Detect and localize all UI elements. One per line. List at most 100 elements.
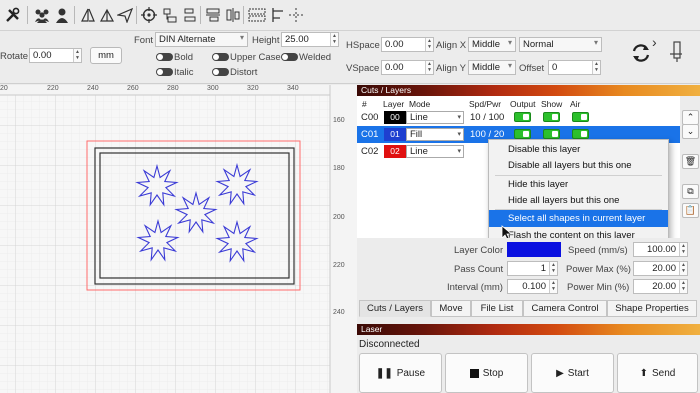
layer-row[interactable]: C00 00 Line ▾ 10 / 100 bbox=[357, 109, 680, 126]
ruler-tick: 200 bbox=[333, 214, 345, 221]
speed-field[interactable]: 100.00 ▲ ▼ bbox=[633, 242, 688, 257]
upper-case-toggle[interactable] bbox=[212, 53, 229, 61]
ruler-tick: 220 bbox=[47, 85, 59, 92]
ruler-tick: 180 bbox=[333, 165, 345, 172]
ruler-tick: 160 bbox=[333, 117, 345, 124]
arrange-icon[interactable] bbox=[268, 5, 288, 25]
align-y-label: Align Y bbox=[436, 63, 466, 74]
ruler-tick: 240 bbox=[87, 85, 99, 92]
interval-field[interactable]: 0.100 ▲ ▼ bbox=[507, 279, 558, 294]
users-icon[interactable] bbox=[32, 5, 52, 25]
move-down-button[interactable]: ⌄ bbox=[682, 124, 699, 139]
col-spd: Spd/Pwr bbox=[469, 99, 502, 109]
tab-shape-properties[interactable]: Shape Properties bbox=[607, 300, 697, 317]
interval-label: Interval (mm) bbox=[447, 282, 503, 293]
air-toggle[interactable] bbox=[572, 129, 589, 139]
rotate-field[interactable]: 0.00 ▲ ▼ bbox=[29, 48, 82, 63]
air-toggle[interactable] bbox=[572, 112, 589, 122]
target-icon[interactable] bbox=[139, 5, 159, 25]
play-icon: ▶ bbox=[556, 367, 564, 379]
italic-toggle[interactable] bbox=[156, 68, 173, 76]
mirror-icon[interactable] bbox=[97, 5, 117, 25]
unit-button[interactable]: mm bbox=[90, 47, 122, 64]
font-label: Font bbox=[134, 35, 154, 46]
tab-camera-control[interactable]: Camera Control bbox=[523, 300, 607, 317]
tools-icon[interactable] bbox=[3, 5, 23, 25]
move-up-button[interactable]: ⌃ bbox=[682, 110, 699, 125]
tab-file-list[interactable]: File List bbox=[471, 300, 523, 317]
align-x-select[interactable]: Middle ▾ bbox=[468, 37, 516, 52]
layer-settings: Layer Color Pass Count 1 ▲ ▼ Interval (mm)… bbox=[357, 238, 700, 300]
send-button[interactable]: ⬆ Send bbox=[617, 353, 698, 393]
distort-label: Distort bbox=[230, 67, 258, 78]
welded-label: Welded bbox=[299, 52, 332, 63]
output-toggle[interactable] bbox=[514, 112, 531, 122]
font-select[interactable]: DIN Alternate ▾ bbox=[155, 32, 248, 47]
align-icon[interactable] bbox=[203, 5, 223, 25]
pause-button[interactable]: ❚❚ Pause bbox=[359, 353, 442, 393]
stop-button[interactable]: Stop bbox=[445, 353, 528, 393]
menu-hide-layer[interactable]: Hide this layer bbox=[489, 176, 668, 193]
show-toggle[interactable] bbox=[543, 129, 560, 139]
copy-icon[interactable]: ⧉ bbox=[682, 184, 699, 199]
bold-label: Bold bbox=[174, 52, 194, 63]
offset-field[interactable]: 0 ▲ ▼ bbox=[548, 60, 601, 75]
power-max-label: Power Max (%) bbox=[566, 264, 631, 275]
col-mode: Mode bbox=[409, 99, 431, 109]
group-icon[interactable] bbox=[247, 5, 267, 25]
power-min-label: Power Min (%) bbox=[567, 282, 630, 293]
ruler-tick: 280 bbox=[167, 85, 179, 92]
menu-disable-all-but[interactable]: Disable all layers but this one bbox=[489, 157, 668, 174]
laser-status: Disconnected bbox=[359, 339, 420, 350]
menu-disable-layer[interactable]: Disable this layer bbox=[489, 141, 668, 158]
hspace-field[interactable]: 0.00 ▲ ▼ bbox=[381, 37, 434, 52]
tab-move[interactable]: Move bbox=[431, 300, 471, 317]
send-icon[interactable] bbox=[115, 5, 135, 25]
align-y-select[interactable]: Middle ▾ bbox=[468, 60, 516, 75]
power-max-field[interactable]: 20.00 ▲ ▼ bbox=[633, 261, 688, 276]
settings-slider-icon[interactable] bbox=[668, 41, 690, 63]
welded-toggle[interactable] bbox=[281, 53, 298, 61]
col-num: # bbox=[362, 99, 367, 109]
stop-icon bbox=[469, 368, 479, 378]
height-label: Height bbox=[252, 35, 280, 46]
output-toggle[interactable] bbox=[514, 129, 531, 139]
vspace-field[interactable]: 0.00 ▲ ▼ bbox=[381, 60, 434, 75]
col-layer: Layer bbox=[383, 99, 405, 109]
main-toolbar bbox=[0, 0, 700, 31]
paste-icon[interactable]: 📋 bbox=[682, 203, 699, 218]
mode-select[interactable]: Line ▾ bbox=[406, 145, 464, 158]
node-icon[interactable] bbox=[160, 5, 180, 25]
dotted-grid-icon[interactable] bbox=[286, 5, 306, 25]
trash-icon[interactable]: 🗑 bbox=[682, 154, 699, 169]
col-air: Air bbox=[570, 99, 581, 109]
chevron-right-icon[interactable]: › bbox=[652, 34, 657, 50]
menu-select-all-shapes[interactable]: Select all shapes in current layer bbox=[489, 210, 668, 227]
rotate-label: Rotate bbox=[0, 51, 28, 62]
text-style-select[interactable]: Normal ▾ bbox=[519, 37, 602, 52]
pass-count-label: Pass Count bbox=[454, 264, 504, 275]
power-min-field[interactable]: 20.00 ▲ ▼ bbox=[633, 279, 688, 294]
ruler-tick: 220 bbox=[333, 262, 345, 269]
flip-icon[interactable] bbox=[78, 5, 98, 25]
bold-toggle[interactable] bbox=[156, 53, 173, 61]
tab-cuts-layers[interactable]: Cuts / Layers bbox=[359, 300, 431, 317]
mode-select[interactable]: Fill ▾ bbox=[406, 128, 464, 141]
vspace-label: VSpace bbox=[346, 63, 380, 74]
show-toggle[interactable] bbox=[543, 112, 560, 122]
menu-hide-all-but[interactable]: Hide all layers but this one bbox=[489, 192, 668, 209]
layer-color-swatch[interactable] bbox=[507, 242, 561, 257]
distribute-icon[interactable] bbox=[223, 5, 243, 25]
weld-icon[interactable] bbox=[180, 5, 200, 25]
distort-toggle[interactable] bbox=[212, 68, 229, 76]
user-icon[interactable] bbox=[52, 5, 72, 25]
refresh-icon[interactable] bbox=[630, 42, 652, 64]
start-button[interactable]: ▶ Start bbox=[531, 353, 614, 393]
mode-select[interactable]: Line ▾ bbox=[406, 111, 464, 124]
text-properties-bar: Rotate 0.00 ▲ ▼ mm Font DIN Alternate ▾ Hei… bbox=[0, 31, 700, 84]
ruler-tick: 340 bbox=[287, 85, 299, 92]
pass-count-field[interactable]: 1 ▲ ▼ bbox=[507, 261, 558, 276]
canvas-svg[interactable] bbox=[0, 85, 357, 393]
height-field[interactable]: 25.00 ▲ ▼ bbox=[281, 32, 339, 47]
workspace-canvas[interactable]: 20 220 240 260 280 300 320 340 160 180 2… bbox=[0, 85, 357, 393]
